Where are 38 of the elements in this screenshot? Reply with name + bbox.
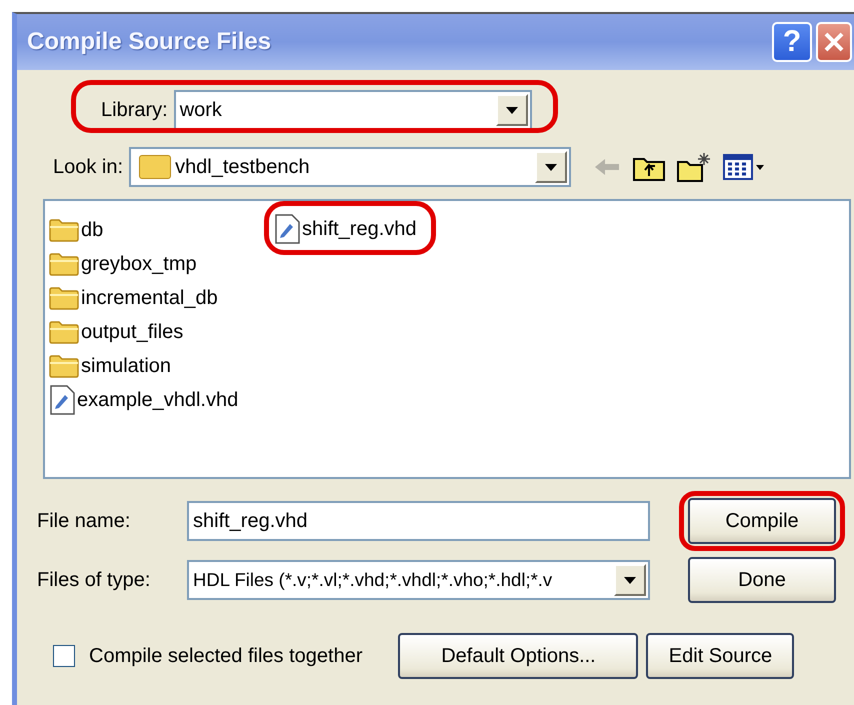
compile-button[interactable]: Compile [688,498,836,544]
folder-icon [49,286,79,310]
folder-item[interactable]: db [49,213,255,247]
folder-icon [49,354,79,378]
file-item[interactable]: example_vhdl.vhd [49,383,255,417]
folder-icon [49,218,79,242]
library-value: work [178,98,223,122]
folder-name: vhdl_testbench [174,156,311,178]
folder-item[interactable]: greybox_tmp [49,247,255,281]
help-button[interactable]: ? [772,22,812,62]
files-of-type-dropdown[interactable]: HDL Files (*.v;*.vl;*.vhd;*.vhdl;*.vho;*.hdl;*.v [187,560,650,600]
library-label: Library: [101,98,168,122]
folder-item[interactable]: output_files [49,315,255,349]
look-in-label: Look in: [53,156,124,178]
file-name-field[interactable]: shift_reg.vhd [187,501,650,541]
checkbox-label[interactable]: Compile selected files together [89,644,362,668]
folder-item[interactable]: simulation [49,349,255,383]
default-options-button[interactable]: Default Options... [398,633,638,679]
folder-icon [49,252,79,276]
files-of-type-label: Files of type: [36,568,152,592]
file-type-value: HDL Files (*.v;*.vl;*.vhd;*.vhdl;*.vho;*.hdl;*.v [192,569,554,591]
close-button[interactable] [816,22,852,62]
file-name-label: File name: [36,510,132,532]
window-title: Compile Source Files [27,28,272,56]
folder-item[interactable]: incremental_db [49,281,255,315]
close-icon [823,31,845,53]
edit-source-button[interactable]: Edit Source [646,633,794,679]
new-folder-icon[interactable] [677,152,712,182]
folder-icon [49,320,79,344]
document-icon [274,214,300,244]
look-in-dropdown[interactable]: vhdl_testbench [129,147,572,187]
document-icon [49,385,75,415]
checkbox[interactable] [53,645,75,667]
view-menu-icon[interactable] [723,153,766,181]
done-button[interactable]: Done [688,557,836,603]
library-dropdown[interactable]: work [174,90,532,130]
folder-icon [139,155,172,179]
file-item[interactable]: shift_reg.vhd [274,212,417,246]
